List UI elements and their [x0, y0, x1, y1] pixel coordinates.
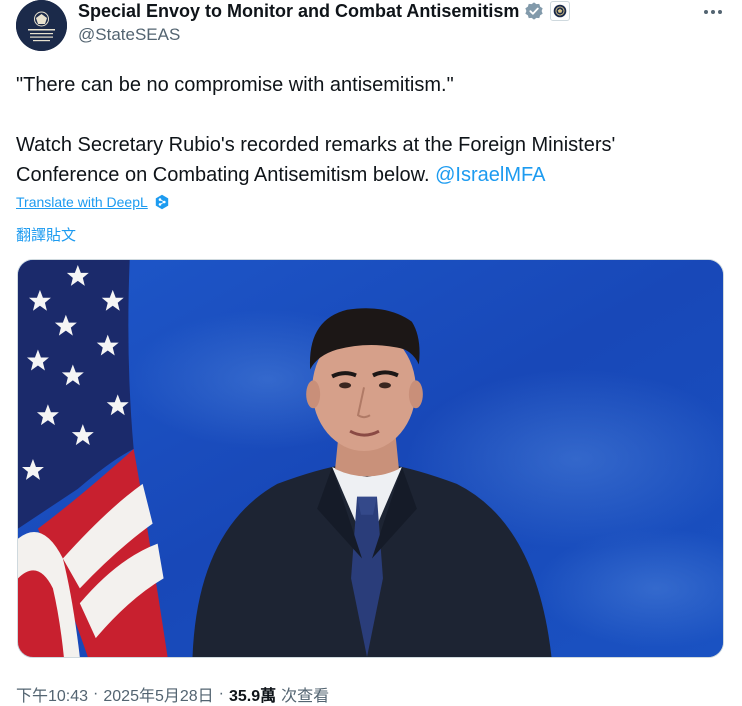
state-department-seal-icon [16, 0, 67, 51]
author-handle[interactable]: @StateSEAS [78, 25, 180, 45]
translate-with-deepl-link[interactable]: Translate with DeepL [16, 194, 148, 210]
author-name-row: Special Envoy to Monitor and Combat Anti… [78, 0, 571, 22]
verified-badge-icon[interactable] [524, 1, 544, 21]
video-still-image [18, 260, 723, 657]
views-label: 次查看 [281, 688, 330, 705]
author-display-name[interactable]: Special Envoy to Monitor and Combat Anti… [78, 1, 519, 22]
avatar[interactable] [16, 0, 67, 51]
mention-link[interactable]: @IsraelMFA [435, 164, 545, 186]
dot [718, 10, 722, 14]
tweet-text: "There can be no compromise with antisem… [16, 70, 716, 190]
deepl-icon [155, 194, 168, 210]
more-options-icon[interactable] [698, 4, 728, 20]
translate-post-link[interactable]: 翻譯貼文 [16, 224, 76, 245]
state-department-affiliation-icon[interactable] [550, 1, 571, 21]
dot [704, 10, 708, 14]
separator: · [93, 685, 99, 702]
tweet-date[interactable]: 2025年5月28日 [103, 682, 213, 706]
tweet-text-line1: "There can be no compromise with antisem… [16, 74, 454, 96]
dot [711, 10, 715, 14]
translate-row: Translate with DeepL [16, 194, 170, 210]
tweet-text-line2: Watch Secretary Rubio's recorded remarks… [16, 130, 716, 190]
separator: · [218, 685, 224, 702]
tweet-meta: 下午10:43 · 2025年5月28日 · 35.9萬 次查看 [16, 682, 329, 706]
video-thumbnail[interactable] [17, 259, 724, 658]
tweet-time[interactable]: 下午10:43 [16, 682, 88, 706]
views-count: 35.9萬 [229, 688, 277, 705]
